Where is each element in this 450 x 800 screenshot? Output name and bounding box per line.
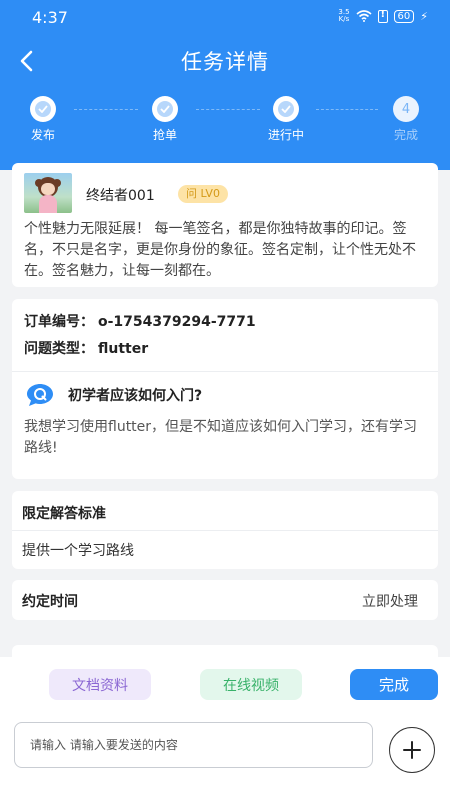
- step-label: 进行中: [267, 128, 304, 142]
- divider: [12, 371, 438, 372]
- level-badge: 问 LV0: [178, 185, 228, 203]
- step-label: 发布: [30, 128, 55, 142]
- step-published: 发布: [13, 96, 73, 143]
- order-number-row: 订单编号： o-1754379294-7771: [24, 311, 256, 331]
- question-description: 我想学习使用flutter，但是不知道应该如何入门学习，还有学习路线!: [24, 419, 418, 456]
- publisher-name: 终结者001: [86, 188, 155, 204]
- message-input[interactable]: [14, 722, 373, 768]
- order-card: 订单编号： o-1754379294-7771 问题类型： flutter 初学者应…: [12, 299, 438, 479]
- complete-button[interactable]: 完成: [350, 669, 438, 700]
- step-done-badge: [30, 96, 56, 122]
- step-done-badge: [152, 96, 178, 122]
- online-video-button[interactable]: 在线视频: [200, 669, 302, 700]
- step-label: 抢单: [152, 128, 177, 142]
- answer-standard-title: 限定解答标准: [22, 506, 106, 522]
- appointment-time-label: 约定时间: [22, 594, 78, 610]
- composer-bar: [0, 717, 450, 800]
- question-type-label: 问题类型：: [24, 341, 94, 357]
- publisher-bio: 个性魅力无限延展！ 每一笔签名，都是你独特故事的印记。签名，不只是名字，更是你身…: [24, 221, 416, 279]
- progress-steps: 发布 抢单 进行中 4 完成: [0, 96, 450, 146]
- step-connector: [196, 109, 260, 110]
- wifi-icon: [356, 10, 372, 22]
- question-bubble-icon: [27, 384, 53, 406]
- step-done-badge: [273, 96, 299, 122]
- network-speed: 3.5 K/s: [338, 9, 349, 23]
- order-number-label: 订单编号：: [24, 314, 94, 330]
- step-number-badge: 4: [393, 96, 419, 122]
- question-type-value: flutter: [98, 341, 149, 357]
- plus-icon: [403, 741, 421, 759]
- avatar[interactable]: [24, 173, 72, 213]
- action-bar: 文档资料 在线视频 完成: [0, 657, 450, 717]
- documents-button[interactable]: 文档资料: [49, 669, 151, 700]
- sim-alert-icon: [377, 9, 388, 23]
- appointment-time-row[interactable]: 约定时间 立即处理: [12, 580, 438, 620]
- message-list-card: [12, 645, 438, 657]
- status-icons: 3.5 K/s 60 ⚡: [338, 9, 428, 23]
- answer-standard-value: 提供一个学习路线: [22, 543, 134, 559]
- divider: [12, 530, 438, 531]
- network-speed-unit: K/s: [338, 15, 350, 23]
- step-connector: [316, 109, 378, 110]
- battery-level: 60: [393, 9, 415, 23]
- check-icon: [38, 105, 48, 113]
- charging-icon: ⚡: [420, 9, 428, 23]
- status-bar: 4:37 3.5 K/s 60 ⚡: [0, 0, 450, 34]
- order-number-value: o-1754379294-7771: [98, 314, 256, 330]
- step-completed: 4 完成: [376, 96, 436, 143]
- check-icon: [281, 105, 291, 113]
- step-grabbed: 抢单: [135, 96, 195, 143]
- question-title: 初学者应该如何入门?: [68, 388, 203, 404]
- step-in-progress: 进行中: [256, 96, 316, 143]
- add-attachment-button[interactable]: [389, 727, 435, 773]
- check-icon: [160, 105, 170, 113]
- question-type-row: 问题类型： flutter: [24, 338, 148, 358]
- step-label: 完成: [393, 128, 418, 142]
- page-title: 任务详情: [181, 50, 269, 74]
- answer-standard-card: 限定解答标准 提供一个学习路线: [12, 491, 438, 569]
- step-connector: [74, 109, 138, 110]
- publisher-card: 终结者001 问 LV0 个性魅力无限延展！ 每一笔签名，都是你独特故事的印记。…: [12, 163, 438, 287]
- appointment-time-value: 立即处理: [362, 594, 418, 610]
- status-time: 4:37: [32, 8, 68, 27]
